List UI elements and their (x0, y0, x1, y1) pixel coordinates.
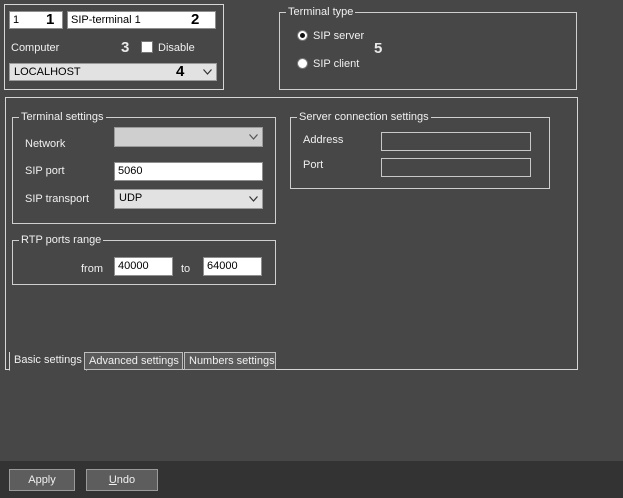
sip-transport-value: UDP (119, 192, 143, 204)
rtp-to-label: to (181, 263, 191, 275)
sip-port-value: 5060 (118, 165, 143, 177)
apply-button-label: Apply (28, 474, 56, 486)
tab-advanced-settings-label: Advanced settings (89, 355, 179, 367)
server-connection-title: Server connection settings (297, 110, 431, 124)
rtp-from-input[interactable]: 40000 (114, 257, 173, 276)
sip-port-input[interactable]: 5060 (114, 162, 263, 181)
disable-checkbox[interactable] (141, 41, 153, 53)
undo-button-label: ndo (116, 474, 136, 486)
rtp-to-input[interactable]: 64000 (203, 257, 262, 276)
callout-2: 2 (191, 11, 200, 28)
rtp-ports-title: RTP ports range (19, 233, 104, 247)
sip-server-radio[interactable] (297, 30, 308, 41)
undo-button[interactable]: Undo (86, 469, 158, 491)
rtp-from-value: 40000 (118, 260, 149, 272)
terminal-type-group: Terminal type (279, 5, 577, 90)
computer-value: LOCALHOST (14, 66, 81, 78)
tab-numbers-settings-label: Numbers settings (189, 355, 275, 367)
terminal-type-title: Terminal type (286, 5, 356, 19)
network-label: Network (25, 138, 66, 150)
rtp-to-value: 64000 (207, 260, 238, 272)
sip-client-radio[interactable] (297, 58, 308, 69)
sip-port-label: SIP port (25, 165, 65, 177)
object-id-value: 1 (13, 14, 20, 26)
chevron-down-icon (249, 134, 258, 140)
port-label: Port (303, 159, 324, 171)
apply-button[interactable]: Apply (9, 469, 75, 491)
computer-select[interactable]: LOCALHOST (9, 63, 217, 81)
tab-numbers-settings[interactable]: Numbers settings (184, 352, 276, 370)
object-name-value: SIP-terminal 1 (71, 14, 141, 26)
callout-5: 5 (374, 40, 383, 57)
computer-label: Computer (11, 42, 60, 54)
sip-transport-label: SIP transport (25, 193, 89, 205)
terminal-settings-title: Terminal settings (19, 110, 106, 124)
object-id-field[interactable]: 1 (9, 11, 63, 29)
tab-basic-settings[interactable]: Basic settings (9, 352, 87, 371)
chevron-down-icon (203, 69, 212, 75)
sip-transport-select[interactable]: UDP (114, 189, 263, 209)
callout-3: 3 (121, 39, 130, 56)
network-select[interactable] (114, 127, 263, 147)
port-input[interactable] (381, 158, 531, 177)
disable-label: Disable (158, 42, 195, 54)
callout-1: 1 (46, 11, 55, 28)
rtp-from-label: from (81, 263, 103, 275)
sip-client-label: SIP client (313, 58, 360, 70)
address-label: Address (303, 134, 344, 146)
undo-mnemonic: U (108, 474, 117, 486)
server-connection-group: Server connection settings (290, 110, 550, 189)
sip-server-label: SIP server (313, 30, 365, 42)
tab-advanced-settings[interactable]: Advanced settings (84, 352, 183, 370)
chevron-down-icon (249, 196, 258, 202)
address-input[interactable] (381, 132, 531, 151)
tab-basic-settings-label: Basic settings (14, 354, 82, 366)
callout-4: 4 (176, 63, 185, 80)
